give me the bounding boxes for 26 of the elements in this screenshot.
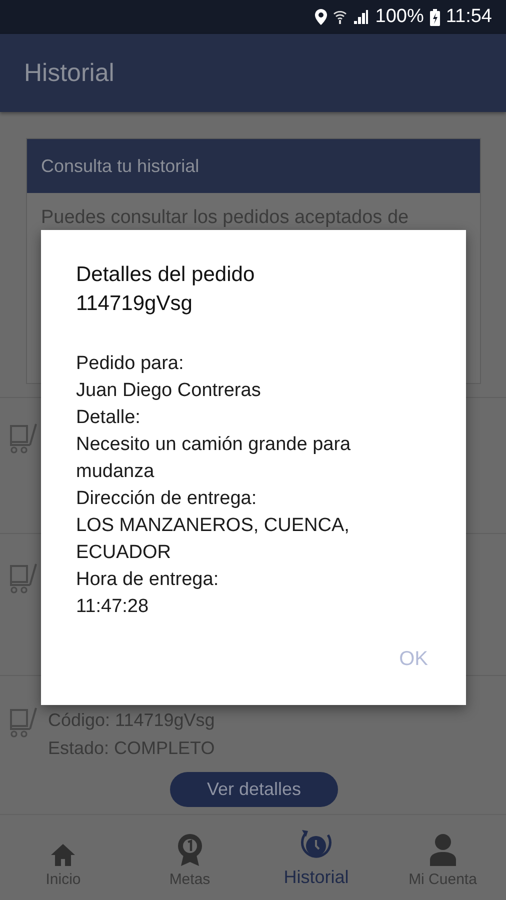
clock-time: 11:54: [446, 6, 492, 28]
person-icon: [428, 833, 457, 867]
detail-text: Necesito un camión grande para mudanza: [76, 433, 352, 484]
battery-percent: 100%: [375, 6, 424, 28]
detail-text: Dirección de entrega:: [76, 487, 258, 511]
detail-text: Juan Diego Contreras: [76, 379, 262, 403]
signal-icon: [353, 9, 370, 25]
nav-tab[interactable]: Historial: [253, 815, 380, 900]
card-title: Consulta tu historial: [41, 156, 200, 176]
detail-text: LOS MANZANEROS, CUENCA, ECUADOR: [76, 514, 350, 565]
battery-icon: [430, 8, 440, 26]
screen-title: Historial: [24, 58, 114, 88]
detail-text: 11:47:28: [76, 595, 150, 619]
wifi-icon: [333, 9, 348, 25]
detail-text: Pedido para:: [76, 352, 185, 376]
dialog-title: Detalles del pedido 114719gVsg: [76, 262, 256, 317]
cart-icon: [8, 706, 38, 738]
cart-icon: [8, 562, 38, 594]
detail-text: Hora de entrega:: [76, 568, 220, 592]
detail-text: Detalle:: [76, 406, 142, 430]
ok-button[interactable]: OK: [391, 642, 436, 677]
cart-icon: [8, 422, 38, 454]
medal-icon: [176, 833, 204, 867]
home-icon: [50, 843, 76, 867]
details-button[interactable]: Ver detalles: [170, 772, 338, 807]
location-icon: [315, 9, 328, 25]
